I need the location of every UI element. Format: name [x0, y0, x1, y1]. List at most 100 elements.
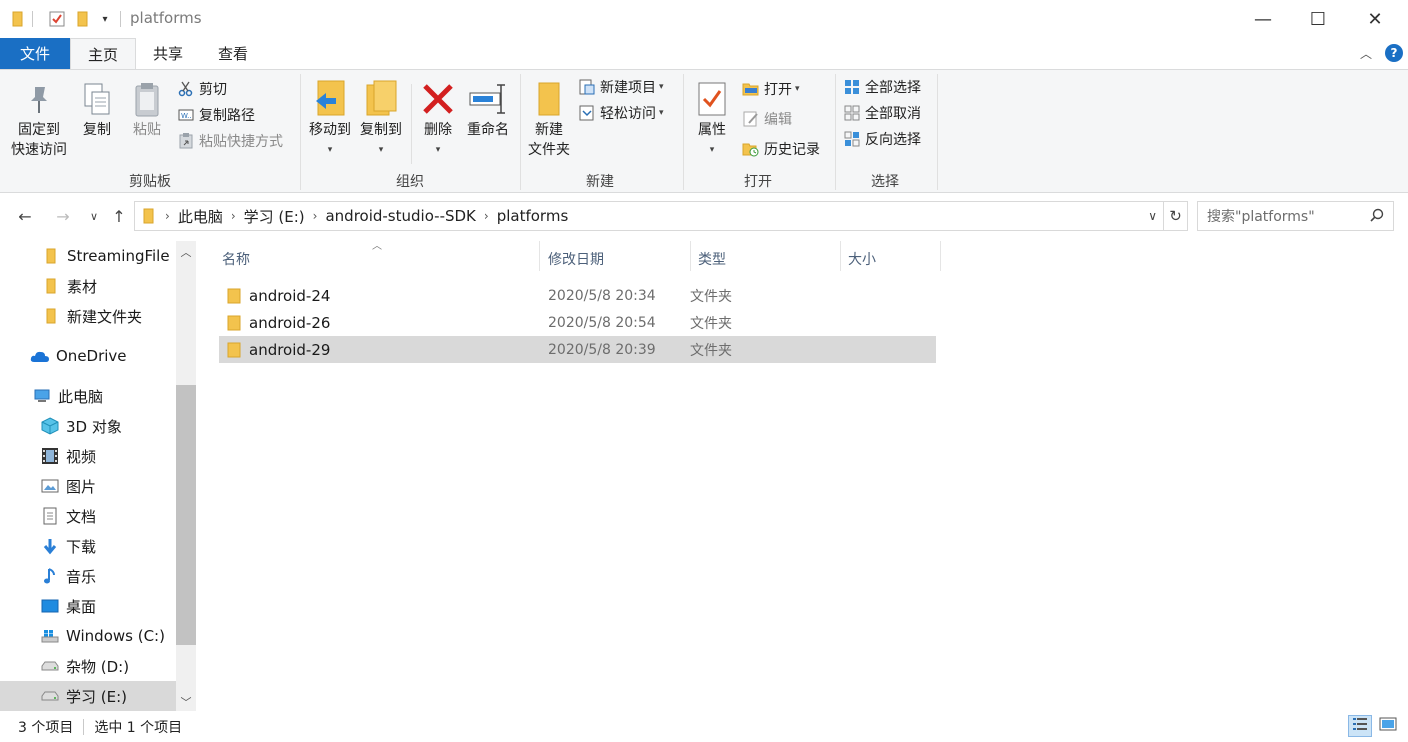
pin-quick-access-button[interactable]: 固定到 快速访问 [6, 80, 72, 160]
forward-button[interactable]: → [51, 205, 75, 227]
rename-button[interactable]: 重命名 [462, 78, 514, 140]
help-icon[interactable]: ? [1385, 44, 1403, 62]
breadcrumb-sdk[interactable]: android-studio--SDK [319, 207, 481, 225]
maximize-button[interactable]: ☐ [1291, 0, 1345, 38]
copy-to-icon [363, 78, 399, 120]
file-row[interactable]: android-29 2020/5/8 20:39 文件夹 [219, 336, 936, 363]
recent-locations-button[interactable]: ∨ [82, 205, 106, 227]
properties-quick-icon[interactable] [47, 8, 67, 30]
item-count: 3 个项目 [18, 719, 74, 736]
nav-item-desktop[interactable]: 桌面 [0, 591, 176, 621]
file-row[interactable]: android-24 2020/5/8 20:34 文件夹 [219, 282, 936, 309]
column-divider[interactable] [940, 241, 941, 271]
history-button[interactable]: 历史记录 [742, 138, 820, 160]
delete-label: 删除 [424, 122, 452, 138]
breadcrumb-this-pc[interactable]: 此电脑 [172, 206, 229, 227]
address-history-dropdown[interactable]: ∨ [1148, 209, 1157, 223]
chevron-down-icon: ▾ [378, 145, 384, 155]
nav-item-label: Windows (C:) [66, 627, 165, 645]
minimize-button[interactable]: — [1236, 0, 1290, 38]
chevron-down-icon: ▾ [795, 84, 800, 94]
arrow-left-icon: ← [18, 206, 32, 226]
folder-icon[interactable] [10, 8, 26, 30]
chevron-down-icon: ▾ [435, 145, 441, 155]
nav-item-3d-objects[interactable]: 3D 对象 [0, 411, 176, 441]
nav-item-sucai[interactable]: 素材 [0, 271, 176, 301]
divider [32, 11, 33, 27]
nav-scrollbar-thumb[interactable] [176, 385, 196, 645]
windows-drive-icon [40, 626, 60, 646]
delete-button[interactable]: 删除 ▾ [416, 78, 460, 160]
select-none-button[interactable]: 全部取消 [843, 102, 921, 124]
invert-selection-button[interactable]: 反向选择 [843, 128, 921, 150]
search-box[interactable]: 搜索"platforms" [1197, 201, 1394, 231]
nav-item-documents[interactable]: 文档 [0, 501, 176, 531]
nav-item-onedrive[interactable]: OneDrive [0, 341, 176, 371]
move-to-button[interactable]: 移动到 ▾ [305, 78, 355, 160]
nav-item-videos[interactable]: 视频 [0, 441, 176, 471]
copy-path-icon: W.. [177, 106, 195, 124]
tab-view[interactable]: 查看 [204, 38, 262, 69]
breadcrumb-platforms[interactable]: platforms [491, 207, 575, 225]
nav-item-pictures[interactable]: 图片 [0, 471, 176, 501]
nav-item-music[interactable]: 音乐 [0, 561, 176, 591]
open-button[interactable]: 打开 ▾ [742, 78, 800, 100]
collapse-ribbon-icon[interactable]: ︿ [1360, 45, 1372, 62]
properties-button[interactable]: 属性 ▾ [690, 78, 734, 160]
details-view-button[interactable] [1348, 715, 1372, 737]
history-label: 历史记录 [764, 142, 820, 158]
column-header-type[interactable]: 类型 [690, 247, 840, 271]
chevron-right-icon[interactable]: › [311, 209, 320, 223]
breadcrumb-drive-e[interactable]: 学习 (E:) [238, 206, 311, 227]
search-input[interactable]: 搜索"platforms" [1207, 206, 1315, 226]
group-divider [937, 74, 938, 190]
open-icon [742, 80, 760, 98]
chevron-right-icon[interactable]: › [482, 209, 491, 223]
close-button[interactable]: ✕ [1348, 0, 1402, 38]
nav-item-drive-d[interactable]: 杂物 (D:) [0, 651, 176, 681]
refresh-button[interactable]: ↻ [1164, 201, 1188, 231]
search-icon [1370, 208, 1384, 226]
copy-to-button[interactable]: 复制到 ▾ [356, 78, 406, 160]
nav-item-streamingfile[interactable]: StreamingFile [0, 241, 176, 271]
nav-item-downloads[interactable]: 下载 [0, 531, 176, 561]
nav-item-this-pc[interactable]: 此电脑 [0, 381, 176, 411]
nav-item-label: 学习 (E:) [66, 687, 128, 706]
tab-file[interactable]: 文件 [0, 38, 70, 69]
back-button[interactable]: ← [13, 205, 37, 227]
scroll-up-button[interactable]: ︿ [176, 244, 196, 260]
chevron-right-icon[interactable]: › [229, 209, 238, 223]
column-header-date[interactable]: 修改日期 [540, 247, 690, 271]
new-folder-quick-icon[interactable] [75, 8, 91, 30]
file-row[interactable]: android-26 2020/5/8 20:54 文件夹 [219, 309, 936, 336]
navigation-pane[interactable]: StreamingFile 素材 新建文件夹 OneDrive 此电脑 3D 对… [0, 241, 196, 711]
rename-label: 重命名 [467, 122, 509, 138]
window-title: platforms [130, 9, 202, 27]
column-header-name[interactable]: 名称 [214, 247, 539, 271]
scroll-down-button[interactable]: ﹀ [176, 694, 196, 710]
copy-button[interactable]: 复制 [76, 80, 118, 140]
divider [120, 11, 121, 27]
customize-toolbar-icon[interactable]: ▾ [98, 8, 112, 30]
paste-button[interactable]: 粘贴 [124, 80, 170, 140]
new-item-button[interactable]: 新建项目 ▾ [578, 76, 664, 98]
nav-item-label: 杂物 (D:) [66, 657, 130, 676]
history-icon [742, 140, 760, 158]
chevron-right-icon: › [165, 209, 170, 223]
nav-item-new-folder[interactable]: 新建文件夹 [0, 301, 176, 331]
new-folder-button[interactable]: 新建 文件夹 [524, 78, 574, 160]
up-button[interactable]: ↑ [107, 205, 131, 227]
nav-item-drive-c[interactable]: Windows (C:) [0, 621, 176, 651]
easy-access-button[interactable]: 轻松访问 ▾ [578, 102, 664, 124]
paste-shortcut-button[interactable]: 粘贴快捷方式 [177, 130, 283, 152]
nav-item-drive-e[interactable]: 学习 (E:) [0, 681, 176, 711]
select-all-button[interactable]: 全部选择 [843, 76, 921, 98]
copy-path-button[interactable]: W.. 复制路径 [177, 104, 255, 126]
large-icons-view-button[interactable] [1376, 715, 1400, 737]
edit-button[interactable]: 编辑 [742, 108, 792, 130]
tab-home[interactable]: 主页 [70, 38, 136, 69]
tab-share[interactable]: 共享 [140, 38, 196, 69]
column-header-size[interactable]: 大小 [840, 247, 940, 271]
cut-button[interactable]: 剪切 [177, 78, 227, 100]
address-bar[interactable]: › 此电脑 › 学习 (E:) › android-studio--SDK › … [134, 201, 1164, 231]
